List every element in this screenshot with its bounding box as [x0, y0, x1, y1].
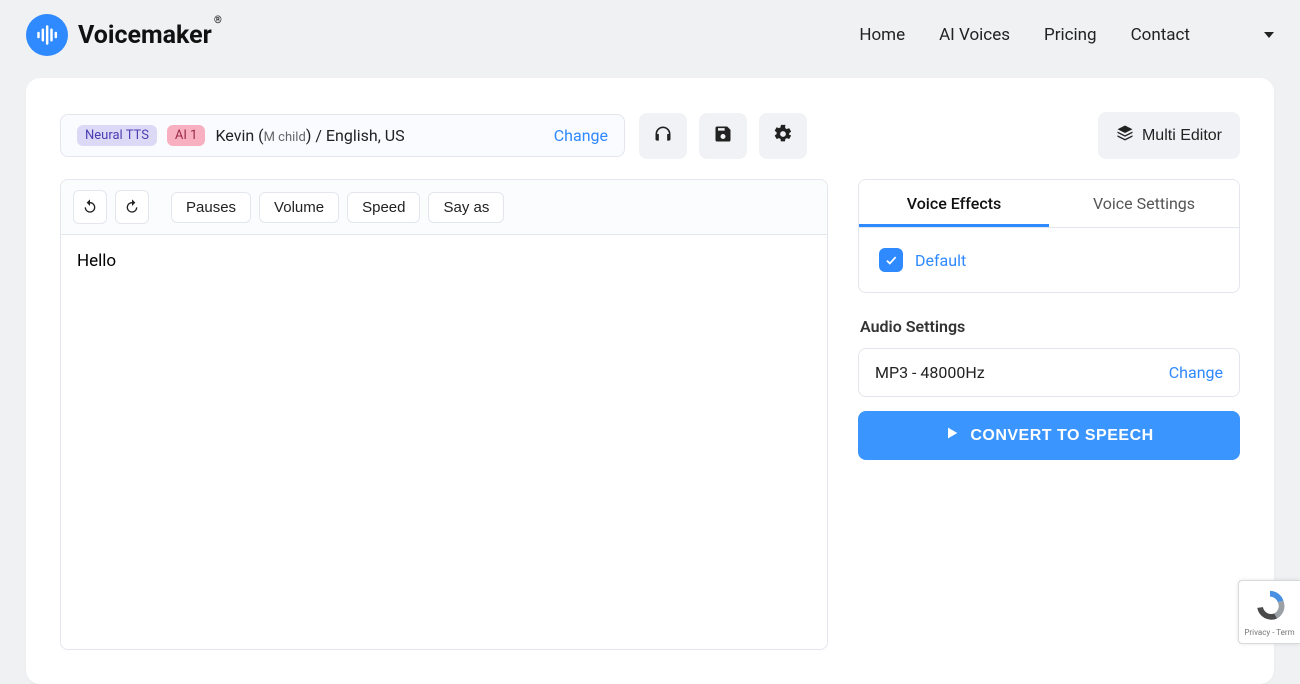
say-as-button[interactable]: Say as [428, 192, 504, 223]
logo-icon [26, 14, 68, 56]
change-audio-link[interactable]: Change [1169, 363, 1223, 382]
speed-button[interactable]: Speed [347, 192, 420, 223]
nav-ai-voices[interactable]: AI Voices [939, 25, 1010, 45]
pauses-button[interactable]: Pauses [171, 192, 251, 223]
top-row: Neural TTS AI 1 Kevin (M child) / Englis… [60, 112, 1240, 159]
side-column: Voice Effects Voice Settings Default Aud… [858, 179, 1240, 650]
nav: Home AI Voices Pricing Contact [859, 25, 1274, 45]
settings-button[interactable] [759, 113, 807, 159]
recaptcha-icon [1253, 588, 1287, 626]
voice-select-bar[interactable]: Neural TTS AI 1 Kevin (M child) / Englis… [60, 114, 625, 157]
voice-name: Kevin (M child) / English, US [215, 126, 404, 145]
multi-editor-label: Multi Editor [1142, 127, 1222, 145]
recaptcha-badge[interactable]: Privacy - Term [1238, 580, 1300, 644]
workspace: Pauses Volume Speed Say as Voice Effects… [60, 179, 1240, 650]
chevron-down-icon[interactable] [1264, 32, 1274, 38]
editor-column: Pauses Volume Speed Say as [60, 179, 828, 650]
multi-editor-button[interactable]: Multi Editor [1098, 112, 1240, 159]
logo[interactable]: Voicemaker® [26, 14, 212, 56]
effect-default-option[interactable]: Default [879, 248, 1219, 272]
audio-format-value: MP3 - 48000Hz [875, 363, 985, 382]
header: Voicemaker® Home AI Voices Pricing Conta… [0, 0, 1300, 78]
save-button[interactable] [699, 113, 747, 159]
undo-button[interactable] [73, 190, 107, 224]
convert-to-speech-button[interactable]: CONVERT TO SPEECH [858, 411, 1240, 460]
save-icon [713, 124, 733, 147]
editor-toolbar: Pauses Volume Speed Say as [61, 180, 827, 235]
default-label: Default [915, 251, 966, 270]
tab-voice-settings[interactable]: Voice Settings [1049, 180, 1239, 227]
undo-icon [82, 198, 98, 217]
audio-settings-title: Audio Settings [860, 317, 1240, 336]
audio-format-row[interactable]: MP3 - 48000Hz Change [858, 348, 1240, 397]
nav-home[interactable]: Home [859, 25, 905, 45]
editor-box: Pauses Volume Speed Say as [60, 179, 828, 650]
recaptcha-text: Privacy - Term [1244, 628, 1294, 637]
tab-content: Default [858, 228, 1240, 293]
play-icon [944, 425, 960, 446]
nav-pricing[interactable]: Pricing [1044, 25, 1097, 45]
side-tabs: Voice Effects Voice Settings [858, 179, 1240, 228]
gear-icon [773, 124, 793, 147]
logo-text: Voicemaker® [78, 21, 212, 50]
checkbox-checked-icon[interactable] [879, 248, 903, 272]
volume-button[interactable]: Volume [259, 192, 339, 223]
tab-voice-effects[interactable]: Voice Effects [859, 180, 1049, 227]
badge-neural-tts: Neural TTS [77, 125, 157, 146]
nav-contact[interactable]: Contact [1131, 25, 1190, 45]
headphones-icon [653, 124, 673, 147]
icon-button-group [639, 113, 807, 159]
layers-icon [1116, 124, 1134, 147]
change-voice-link[interactable]: Change [554, 126, 608, 145]
convert-label: CONVERT TO SPEECH [970, 427, 1153, 445]
redo-button[interactable] [115, 190, 149, 224]
main-panel: Neural TTS AI 1 Kevin (M child) / Englis… [26, 78, 1274, 684]
text-input[interactable] [61, 235, 827, 645]
redo-icon [124, 198, 140, 217]
listen-button[interactable] [639, 113, 687, 159]
badge-ai: AI 1 [167, 125, 206, 146]
